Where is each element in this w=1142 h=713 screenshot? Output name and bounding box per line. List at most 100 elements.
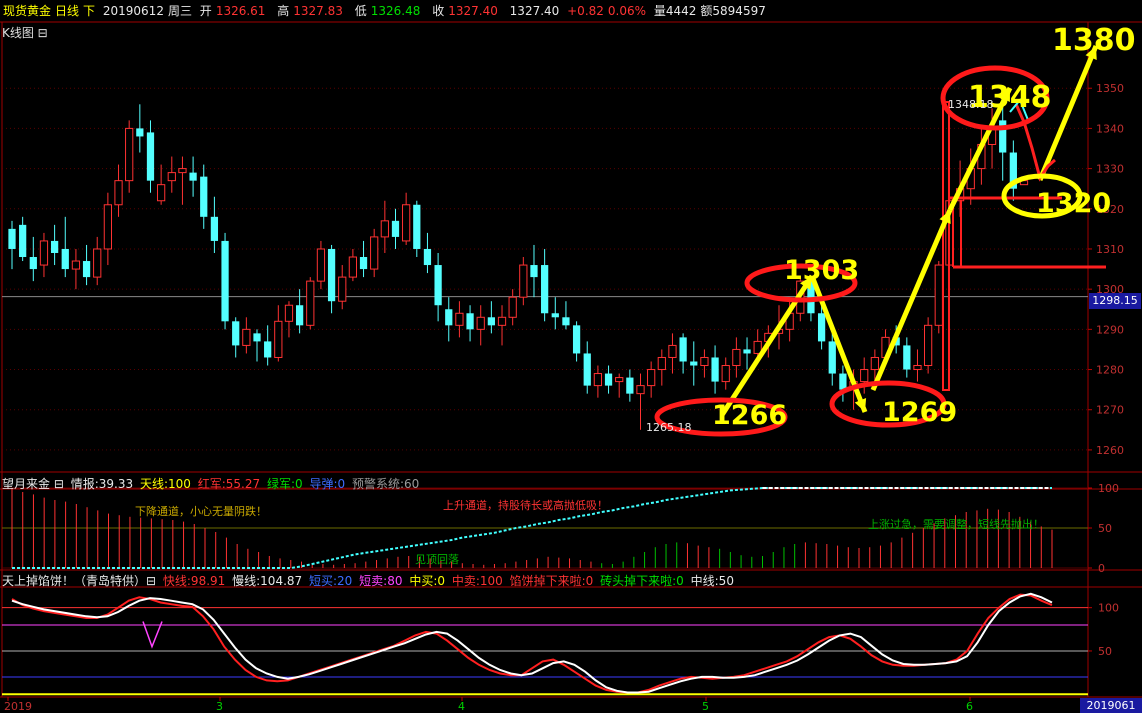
indicator2-tick-label: 100 xyxy=(1098,602,1119,615)
candle-body xyxy=(615,377,624,383)
candle-body xyxy=(903,345,911,370)
extreme-price-label: 1265.18 xyxy=(646,421,692,434)
candle-body xyxy=(711,357,719,382)
candle-body xyxy=(924,324,933,367)
indicator2-item: 中买:0 xyxy=(409,574,445,588)
candle-body xyxy=(913,365,922,371)
candle-body xyxy=(178,168,187,174)
indicator1-item: 天线:100 xyxy=(139,477,191,491)
candle-body xyxy=(679,337,687,362)
candle-body xyxy=(61,248,69,270)
candle-body xyxy=(359,257,368,270)
date-axis: 2019 3 4 5 6 xyxy=(4,697,973,713)
annotation-layer: 13801348130313201266 12691348.181265.18 xyxy=(646,23,1136,437)
candle-body xyxy=(200,176,208,217)
candle-body xyxy=(29,257,37,270)
annotation-label: 1266 xyxy=(712,400,787,431)
indicator2-item: 短买:20 xyxy=(309,574,353,588)
indicator1-item: 情报:39.33 xyxy=(70,477,134,491)
candle-body xyxy=(551,313,559,318)
candle-body xyxy=(593,373,603,387)
candle-body xyxy=(284,304,294,322)
annotation-label: 1320 xyxy=(1036,188,1111,219)
candle-body xyxy=(541,265,549,314)
indicator1-note: 见顶回落 xyxy=(415,553,459,566)
candle-body xyxy=(242,328,251,346)
indicator1-tick-label: 50 xyxy=(1098,522,1112,535)
candle-body xyxy=(295,305,304,326)
indicator2-plot: 50 100 xyxy=(2,592,1119,696)
candle-body xyxy=(8,228,16,249)
candle-body xyxy=(476,316,485,330)
candle-body xyxy=(348,256,358,278)
candle-body xyxy=(743,349,751,354)
candle-body xyxy=(167,172,176,182)
indicator2-item: 中线:50 xyxy=(690,574,734,588)
chart-root: 现货黄金 日线下 20190612 周三 开 1326.61 高 1327.83 低 13… xyxy=(0,0,1142,713)
candle-body xyxy=(327,248,336,302)
indicator2-header: 天上掉馅饼！（青岛特供）⊟ 快线:98.91 慢线:104.87 短买:20 短… xyxy=(2,572,737,589)
candle-body xyxy=(232,321,240,346)
indicator2-item: 慢线:104.87 xyxy=(232,574,303,588)
indicator1-note: 上升通道，持股待长或高抛低吸！ xyxy=(443,498,608,512)
candle-body xyxy=(817,313,826,342)
candle-body xyxy=(125,127,134,182)
candle-body xyxy=(306,280,315,326)
candle-body xyxy=(487,317,495,326)
candle-body xyxy=(19,224,27,258)
candle-body xyxy=(828,341,836,374)
annotation-label: 1269 xyxy=(882,397,957,428)
indicator1-item: 预警系统:60 xyxy=(351,477,420,491)
candle-body xyxy=(316,248,326,282)
indicator1-item: 导弹:0 xyxy=(309,477,346,491)
candle-body xyxy=(530,265,538,278)
indicator1-header: 望月来金 ⊟ 情报:39.33 天线:100 红军:55.27 绿军:0 导弹:… xyxy=(2,475,422,492)
price-tick-label: 1290 xyxy=(1096,323,1124,336)
date-tick-label: 5 xyxy=(702,700,709,713)
current-date-box: 2019061 xyxy=(1080,698,1142,713)
candle-body xyxy=(497,316,507,326)
candle-body xyxy=(934,264,943,326)
current-price-box: 1298.15 xyxy=(1089,293,1141,309)
indicator1-note: 下降通道，小心无量阴跌！ xyxy=(135,504,267,518)
candle-body xyxy=(583,353,591,386)
indicator2-item: 中卖:100 xyxy=(451,574,503,588)
indicator2-name[interactable]: 天上掉馅饼！（青岛特供）⊟ xyxy=(2,574,156,588)
candle-body xyxy=(146,132,155,181)
price-tick-label: 1310 xyxy=(1096,243,1124,256)
candle-body xyxy=(647,369,656,387)
indicator1-tick-label: 100 xyxy=(1098,482,1119,495)
indicator2-item: 馅饼掉下来啦:0 xyxy=(509,574,594,588)
candle-body xyxy=(71,260,81,270)
price-axis: 1260127012801290130013101320133013401350 xyxy=(1088,82,1124,457)
price-tick-label: 1260 xyxy=(1096,444,1124,457)
candle-body xyxy=(657,356,666,371)
candle-body xyxy=(423,248,432,266)
candle-body xyxy=(690,361,698,366)
kline-title[interactable]: K线图 ⊟ xyxy=(2,24,48,41)
candle-body xyxy=(732,348,741,367)
date-tick-label: 6 xyxy=(966,700,973,713)
candle-body xyxy=(562,317,570,326)
candle-body xyxy=(210,216,219,241)
candle-body xyxy=(668,344,677,358)
candle-body xyxy=(721,365,730,383)
price-tick-label: 1280 xyxy=(1096,364,1124,377)
candle-body xyxy=(860,369,869,383)
indicator2-item: 快线:98.91 xyxy=(162,574,226,588)
candle-body xyxy=(380,220,389,238)
indicator1-tick-label: 0 xyxy=(1098,562,1105,575)
candle-body xyxy=(700,356,709,367)
candle-body xyxy=(626,377,634,394)
indicator1-item: 红军:55.27 xyxy=(197,477,261,491)
candle-body xyxy=(572,325,581,354)
annotation-label: 1380 xyxy=(1052,23,1136,58)
candle-body xyxy=(114,180,123,206)
indicator2-tick-label: 50 xyxy=(1098,645,1112,658)
extreme-price-label: 1348.18 xyxy=(948,98,994,111)
candle-body xyxy=(82,261,91,278)
candle-body xyxy=(103,204,112,250)
indicator1-name[interactable]: 望月来金 ⊟ xyxy=(2,477,64,491)
price-tick-label: 1340 xyxy=(1096,122,1124,135)
date-tick-label: 2019 xyxy=(4,700,32,713)
